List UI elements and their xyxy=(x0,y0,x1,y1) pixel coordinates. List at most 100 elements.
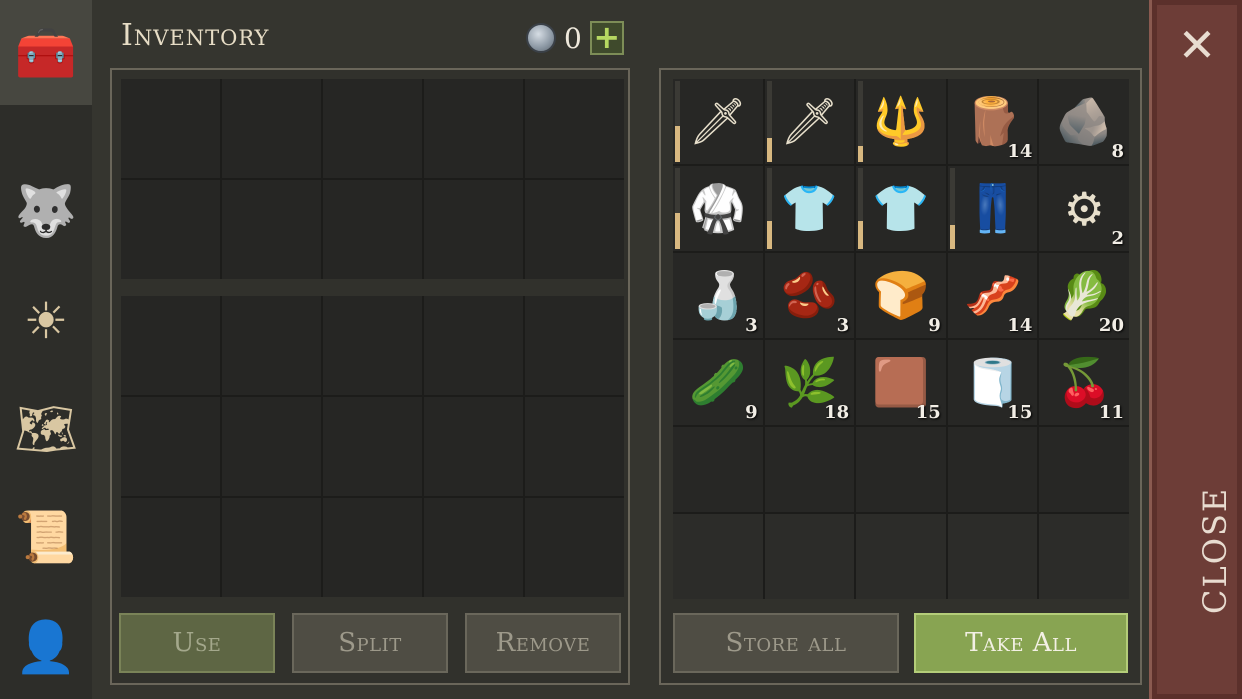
container-grid: 🗡 🗡 🔱 🪵 14 🪨 8 🥋 👕 👕 👖 ⚙ 2 🍶 3 🫘 3 🍞 9 🥓 14 🥬 20 🥒 9 🌿 18 🟫 15 🧻 15 🍒 11 xyxy=(673,79,1129,599)
gem-icon xyxy=(526,23,556,53)
store-all-button[interactable]: Store all xyxy=(673,613,899,673)
inventory-slot[interactable] xyxy=(121,180,220,279)
item-quantity: 15 xyxy=(915,402,941,423)
inventory-slot[interactable] xyxy=(525,296,624,395)
sword-long-icon: 🗡 xyxy=(688,94,747,148)
inventory-slot[interactable] xyxy=(424,180,523,279)
chainmail-shirt-icon: 👕 xyxy=(780,181,839,235)
inventory-slot[interactable] xyxy=(525,180,624,279)
container-slot[interactable] xyxy=(764,514,855,599)
inventory-slot[interactable] xyxy=(121,397,220,496)
container-slot[interactable] xyxy=(1039,427,1129,512)
container-slot[interactable]: 👕 xyxy=(764,166,855,251)
sidebar: 🧰 🐺 ☀ 🗺 📜 👤 xyxy=(0,0,92,699)
container-slot[interactable]: 🥬 20 xyxy=(1039,253,1129,338)
item-quantity: 9 xyxy=(928,315,941,336)
container-slot[interactable]: 🗡 xyxy=(764,79,855,164)
sidebar-tab-map[interactable]: 🗺 xyxy=(0,376,92,481)
take-all-button[interactable]: Take All xyxy=(914,613,1128,673)
chest-icon: 🧰 xyxy=(14,23,78,82)
inventory-slot[interactable] xyxy=(222,498,321,597)
container-slot[interactable] xyxy=(947,514,1038,599)
player-inventory-grid-bottom xyxy=(121,296,624,597)
inventory-slot[interactable] xyxy=(222,397,321,496)
sidebar-tab-crafting[interactable]: 🐺 xyxy=(0,158,92,263)
inventory-slot[interactable] xyxy=(323,498,422,597)
close-icon[interactable]: ✕ xyxy=(1172,20,1222,70)
container-slot[interactable]: 🪵 14 xyxy=(947,79,1038,164)
item-quantity: 11 xyxy=(1098,402,1124,423)
currency-count: 0 xyxy=(564,21,582,55)
item-quantity: 3 xyxy=(745,315,758,336)
inventory-slot[interactable] xyxy=(424,296,523,395)
container-slot[interactable] xyxy=(673,514,763,599)
inventory-slot[interactable] xyxy=(222,180,321,279)
page-title: Inventory xyxy=(121,18,270,53)
item-quantity: 14 xyxy=(1007,315,1033,336)
container-slot[interactable]: 👕 xyxy=(856,166,946,251)
map-arrow-icon: 🗺 xyxy=(14,399,78,458)
container-slot[interactable]: 🥋 xyxy=(673,166,763,251)
inventory-slot[interactable] xyxy=(323,296,422,395)
player-inventory-grid-top xyxy=(121,79,624,279)
inventory-slot[interactable] xyxy=(525,397,624,496)
sidebar-tab-character[interactable]: 👤 xyxy=(0,594,92,699)
inventory-slot[interactable] xyxy=(525,79,624,178)
container-slot[interactable] xyxy=(764,427,855,512)
container-slot[interactable]: 🍶 3 xyxy=(673,253,763,338)
sidebar-tab-skills[interactable]: ☀ xyxy=(0,268,92,373)
inventory-slot[interactable] xyxy=(323,79,422,178)
container-slot[interactable] xyxy=(856,427,946,512)
container-slot[interactable] xyxy=(1039,514,1129,599)
item-quantity: 8 xyxy=(1111,141,1124,162)
inventory-slot[interactable] xyxy=(222,296,321,395)
item-quantity: 14 xyxy=(1007,141,1033,162)
split-button[interactable]: Split xyxy=(292,613,448,673)
item-quantity: 3 xyxy=(836,315,850,336)
sword-short-icon: 🗡 xyxy=(780,94,839,148)
chainmail-shirt-2-icon: 👕 xyxy=(872,181,930,235)
remove-button[interactable]: Remove xyxy=(465,613,621,673)
inventory-slot[interactable] xyxy=(222,79,321,178)
item-quantity: 9 xyxy=(745,402,758,423)
container-slot[interactable]: 🟫 15 xyxy=(856,340,946,425)
use-button[interactable]: Use xyxy=(119,613,275,673)
container-slot[interactable]: 🫘 3 xyxy=(764,253,855,338)
container-slot[interactable]: 🌿 18 xyxy=(764,340,855,425)
container-slot[interactable]: 🍒 11 xyxy=(1039,340,1129,425)
container-slot[interactable]: 🗡 xyxy=(673,79,763,164)
inventory-slot[interactable] xyxy=(525,498,624,597)
item-quantity: 15 xyxy=(1007,402,1033,423)
sidebar-tab-inventory[interactable]: 🧰 xyxy=(0,0,92,105)
container-slot[interactable]: 🧻 15 xyxy=(947,340,1038,425)
character-icon: 👤 xyxy=(14,617,78,676)
quest-scroll-icon: 📜 xyxy=(14,507,78,566)
inventory-slot[interactable] xyxy=(323,180,422,279)
container-slot[interactable]: 🥒 9 xyxy=(673,340,763,425)
container-slot[interactable]: 👖 xyxy=(947,166,1038,251)
container-slot[interactable] xyxy=(673,427,763,512)
container-slot[interactable]: 🪨 8 xyxy=(1039,79,1129,164)
container-slot[interactable] xyxy=(856,514,946,599)
pants-icon: 👖 xyxy=(963,181,1022,235)
inventory-slot[interactable] xyxy=(121,498,220,597)
sun-scroll-icon: ☀ xyxy=(23,291,69,350)
scale-armor-icon: 🥋 xyxy=(689,181,747,235)
container-slot[interactable]: 🍞 9 xyxy=(856,253,946,338)
inventory-slot[interactable] xyxy=(121,79,220,178)
wolf-icon: 🐺 xyxy=(14,181,78,240)
container-slot[interactable] xyxy=(947,427,1038,512)
inventory-slot[interactable] xyxy=(424,397,523,496)
container-slot[interactable]: 🥓 14 xyxy=(947,253,1038,338)
container-slot[interactable]: ⚙ 2 xyxy=(1039,166,1129,251)
inventory-slot[interactable] xyxy=(121,296,220,395)
close-label[interactable]: CLOSE xyxy=(1196,487,1234,614)
inventory-slot[interactable] xyxy=(424,498,523,597)
currency-display: 0 + xyxy=(526,21,624,55)
add-currency-button[interactable]: + xyxy=(589,21,624,55)
item-quantity: 20 xyxy=(1098,315,1124,336)
container-slot[interactable]: 🔱 xyxy=(856,79,946,164)
inventory-slot[interactable] xyxy=(323,397,422,496)
inventory-slot[interactable] xyxy=(424,79,523,178)
sidebar-tab-quests[interactable]: 📜 xyxy=(0,484,92,589)
